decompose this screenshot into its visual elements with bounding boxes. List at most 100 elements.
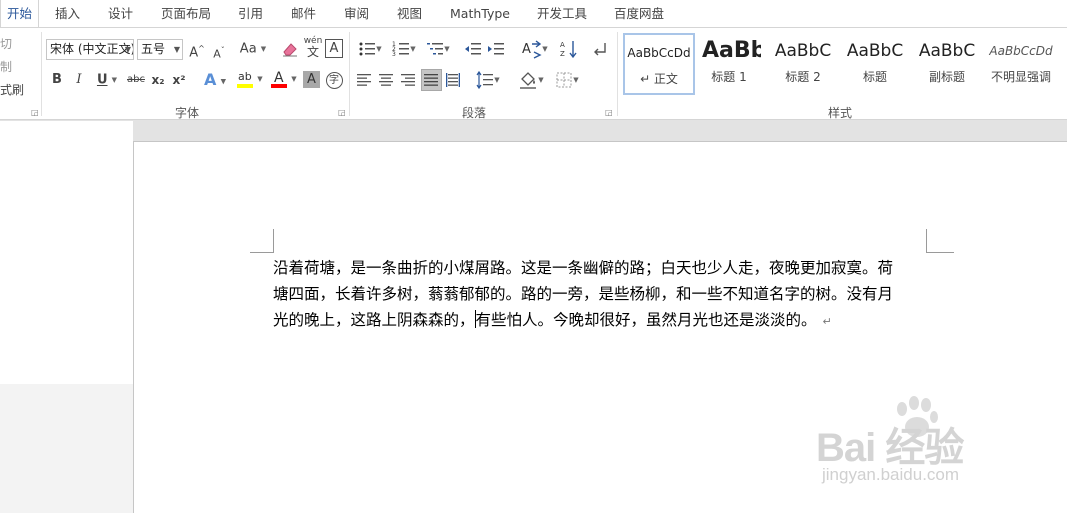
change-case-button[interactable]: Aa ▼ bbox=[237, 38, 269, 60]
clipboard-launcher-icon[interactable]: ◲ bbox=[31, 108, 40, 117]
font-name-combo[interactable]: 宋体 (中文正文) ▼ bbox=[46, 39, 134, 60]
tab-home[interactable]: 开始 bbox=[0, 0, 40, 28]
text-effects-icon: A bbox=[204, 70, 217, 89]
increase-indent-button[interactable] bbox=[487, 38, 507, 60]
svg-text:ab: ab bbox=[238, 70, 252, 83]
multilevel-list-button[interactable]: ▼ bbox=[423, 38, 453, 60]
shading-button[interactable]: ▼ bbox=[515, 69, 547, 91]
text-effects-button[interactable]: A ▼ bbox=[200, 69, 230, 91]
change-case-icon: Aa bbox=[239, 41, 257, 57]
navigation-pane bbox=[0, 121, 133, 384]
subscript-button[interactable]: x₂ bbox=[149, 69, 167, 91]
format-painter-button[interactable]: 格式刷 bbox=[0, 81, 24, 98]
underline-button[interactable]: U ▼ bbox=[92, 69, 122, 91]
character-shading-button[interactable]: A bbox=[303, 71, 320, 88]
character-border-button[interactable]: A bbox=[325, 39, 343, 58]
grow-font-icon: A bbox=[189, 45, 199, 61]
strikethrough-button[interactable]: abc bbox=[126, 69, 146, 91]
phonetic-char-text: 文 bbox=[306, 45, 319, 59]
align-right-button[interactable] bbox=[399, 69, 419, 91]
style-title[interactable]: AaBbC 标题 bbox=[839, 33, 911, 95]
cut-button[interactable]: 剪切 bbox=[0, 35, 12, 52]
style-heading-2[interactable]: AaBbC 标题 2 bbox=[767, 33, 839, 95]
tab-developer[interactable]: 开发工具 bbox=[537, 0, 587, 27]
font-launcher-icon[interactable]: ◲ bbox=[338, 108, 347, 117]
increase-indent-icon bbox=[488, 43, 504, 55]
show-hide-marks-button[interactable] bbox=[591, 38, 611, 60]
grow-font-button[interactable]: A^ bbox=[187, 38, 207, 60]
style-subtle-emphasis[interactable]: AaBbCcDd 不明显强调 bbox=[983, 33, 1059, 95]
style-heading-1[interactable]: AaBb 标题 1 bbox=[697, 33, 761, 95]
paragraph-line: 沿着荷塘，是一条曲折的小煤屑路。这是一条幽僻的路；白天也少人走，夜晚更加寂寞。荷 bbox=[273, 259, 894, 277]
tab-insert[interactable]: 插入 bbox=[55, 0, 80, 27]
styles-group-label: 样式 bbox=[828, 106, 853, 120]
tab-review[interactable]: 审阅 bbox=[344, 0, 369, 27]
style-name: ↵ 正文 bbox=[640, 72, 678, 86]
style-name: 标题 1 bbox=[711, 70, 747, 84]
font-color-button[interactable]: A ▼ bbox=[267, 68, 299, 90]
tab-page-layout[interactable]: 页面布局 bbox=[161, 0, 211, 27]
phonetic-guide-button[interactable]: wén 文 bbox=[302, 36, 324, 59]
align-right-icon bbox=[401, 74, 415, 86]
watermark-url: jingyan.baidu.com bbox=[822, 465, 960, 484]
sort-button[interactable]: AZ bbox=[560, 38, 580, 60]
style-normal[interactable]: AaBbCcDd ↵ 正文 bbox=[623, 33, 695, 95]
font-size-combo[interactable]: 五号 ▼ bbox=[137, 39, 183, 60]
style-sample: AaBb bbox=[702, 38, 761, 63]
enclose-characters-button[interactable]: 字 bbox=[324, 69, 344, 91]
font-name-value: 宋体 (中文正文) bbox=[50, 42, 134, 56]
distributed-button[interactable] bbox=[444, 69, 464, 91]
style-sample: AaBbC bbox=[846, 41, 904, 61]
align-left-button[interactable] bbox=[355, 69, 375, 91]
italic-button[interactable]: I bbox=[70, 69, 88, 91]
ribbon-tabs: 开始 插入 设计 页面布局 引用 邮件 审阅 视图 MathType 开发工具 … bbox=[0, 0, 1067, 28]
style-subtitle[interactable]: AaBbC 副标题 bbox=[911, 33, 983, 95]
superscript-button[interactable]: x² bbox=[170, 69, 188, 91]
style-name: 标题 bbox=[862, 70, 887, 84]
group-divider bbox=[617, 32, 618, 116]
borders-icon bbox=[556, 72, 572, 88]
underline-icon: U bbox=[96, 72, 108, 88]
tab-mailings[interactable]: 邮件 bbox=[291, 0, 316, 27]
font-color-icon: A bbox=[271, 70, 288, 88]
bullets-button[interactable]: ▼ bbox=[355, 38, 385, 60]
tab-design[interactable]: 设计 bbox=[108, 0, 133, 27]
shrink-font-button[interactable]: Aˇ bbox=[209, 40, 229, 62]
tab-baidu-netdisk[interactable]: 百度网盘 bbox=[614, 0, 664, 27]
style-sample: AaBbCcDd bbox=[627, 46, 691, 60]
paragraph-launcher-icon[interactable]: ◲ bbox=[605, 108, 614, 117]
multilevel-list-icon bbox=[427, 43, 444, 55]
chinese-layout-button[interactable]: A ▼ bbox=[517, 38, 551, 60]
character-border-icon: A bbox=[329, 41, 339, 56]
justify-button[interactable] bbox=[421, 69, 442, 91]
bullet-list-icon bbox=[359, 42, 376, 56]
group-divider bbox=[41, 32, 42, 116]
copy-button[interactable]: 复制 bbox=[0, 58, 12, 75]
justify-icon bbox=[424, 74, 438, 86]
document-body[interactable]: 沿着荷塘，是一条曲折的小煤屑路。这是一条幽僻的路；白天也少人走，夜晚更加寂寞。荷… bbox=[273, 255, 935, 335]
bold-button[interactable]: B bbox=[48, 69, 66, 91]
decrease-indent-button[interactable] bbox=[464, 38, 484, 60]
tab-mathtype[interactable]: MathType bbox=[450, 0, 510, 27]
font-group-label: 字体 bbox=[175, 106, 200, 120]
borders-button[interactable]: ▼ bbox=[551, 69, 583, 91]
line-spacing-button[interactable]: ▼ bbox=[473, 69, 503, 91]
svg-text:A: A bbox=[560, 41, 565, 49]
crop-mark bbox=[926, 252, 954, 253]
shrink-font-icon: A bbox=[213, 47, 221, 61]
highlight-color-button[interactable]: ab ▼ bbox=[233, 68, 265, 90]
paragraph-line: 光的晚上，这路上阴森森的，有些怕人。今晚却很好，虽然月光也还是淡淡的。 ↵ bbox=[273, 307, 935, 335]
group-divider bbox=[349, 32, 350, 116]
clear-formatting-button[interactable] bbox=[280, 38, 300, 60]
line-spacing-icon bbox=[476, 70, 494, 90]
tab-references[interactable]: 引用 bbox=[238, 0, 263, 27]
tab-view[interactable]: 视图 bbox=[397, 0, 422, 27]
style-name: 副标题 bbox=[928, 70, 965, 84]
svg-text:A: A bbox=[522, 42, 531, 57]
styles-gallery: AaBbCcDd ↵ 正文 AaBb 标题 1 AaBbC 标题 2 AaBbC… bbox=[621, 32, 1067, 100]
distributed-icon bbox=[446, 73, 460, 87]
style-sample: AaBbCcDd bbox=[989, 44, 1053, 58]
highlighter-icon: ab bbox=[237, 70, 254, 88]
numbering-button[interactable]: 1 2 3 ▼ bbox=[389, 38, 419, 60]
align-center-button[interactable] bbox=[377, 69, 397, 91]
